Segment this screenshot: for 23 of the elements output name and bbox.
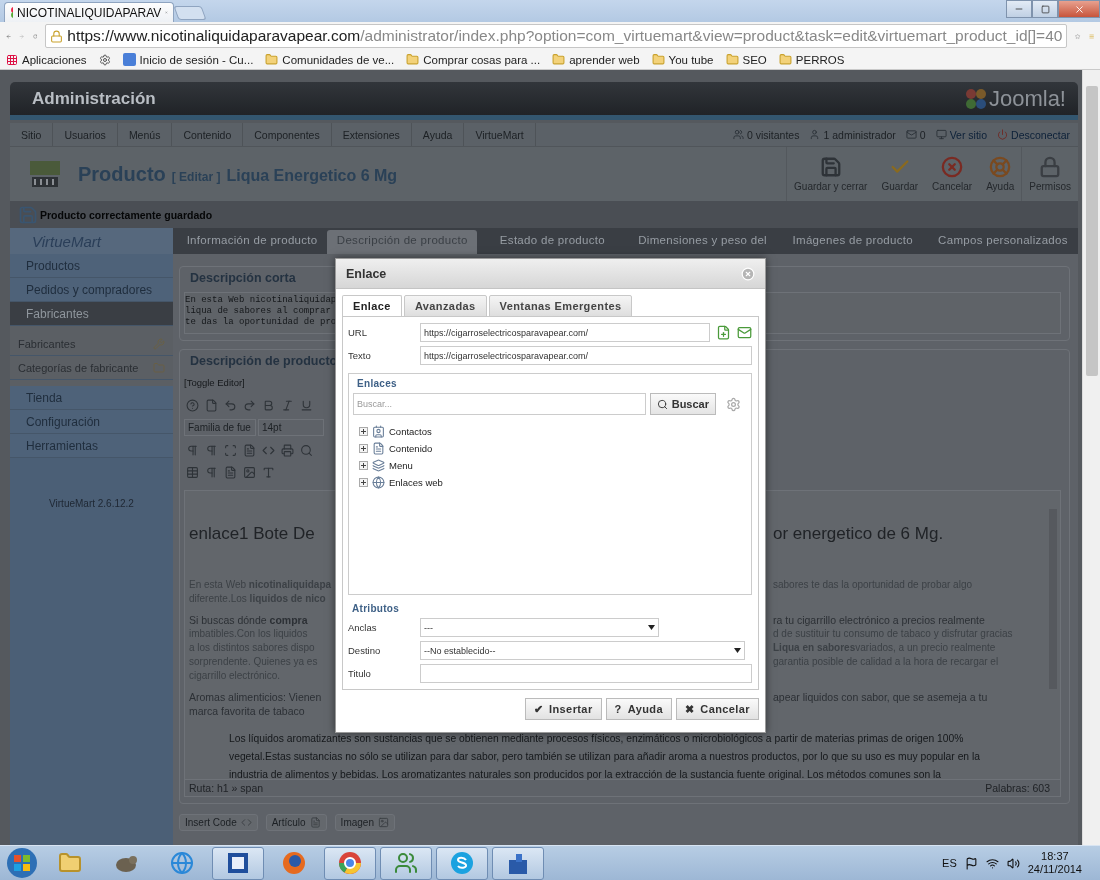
paragraph-text: industria de alimentos y bebidas. Los aromatizantes naturales son producidos por la extracción de la sustancia fuente original. Los métodos comunes son la — [228, 768, 943, 782]
paragraph-text: Los líquidos aromatizantes son sustancias que se obtienen mediante procesos físicos, enzimáticos o microbiológicos a partir de materias primas de origen 100% — [228, 732, 965, 746]
version-text: VirtueMart 2.6.12.2 — [48, 498, 135, 509]
status-message: Producto correctamente guardado — [40, 208, 213, 221]
section-title: Descripción corta — [189, 271, 297, 287]
field-label: Anclas — [348, 622, 378, 633]
section-title: Descripción de producto — [189, 354, 339, 370]
path-text: Ruta: h1 » span — [189, 782, 264, 794]
status-text: 0 visitantes — [746, 128, 800, 141]
admin-title: Administración — [32, 88, 156, 109]
field-label: Destino — [348, 645, 382, 656]
joomla-logo: Joomla! — [964, 85, 1066, 112]
field-label: Texto — [348, 350, 372, 361]
status-text: 1 administrador — [823, 128, 896, 141]
paragraph-text: vegetal.Estas sustancias no sólo se utilizan para dar sabor, pero también se utilizan para añadir aroma a nuestros productos, por lo que su uso es muy popular en la — [228, 750, 981, 764]
word-count: Palabras: 603 — [985, 782, 1050, 794]
heading-text: enlace1 Bote De — [189, 524, 316, 544]
status-text: 0 — [919, 128, 926, 141]
dialog-title: Enlace — [346, 266, 387, 281]
heading-text: or energetico de 6 Mg. — [773, 524, 945, 544]
section-title: Atributos — [351, 602, 401, 614]
section-title: Enlaces — [356, 378, 398, 391]
field-label: Titulo — [348, 668, 372, 679]
